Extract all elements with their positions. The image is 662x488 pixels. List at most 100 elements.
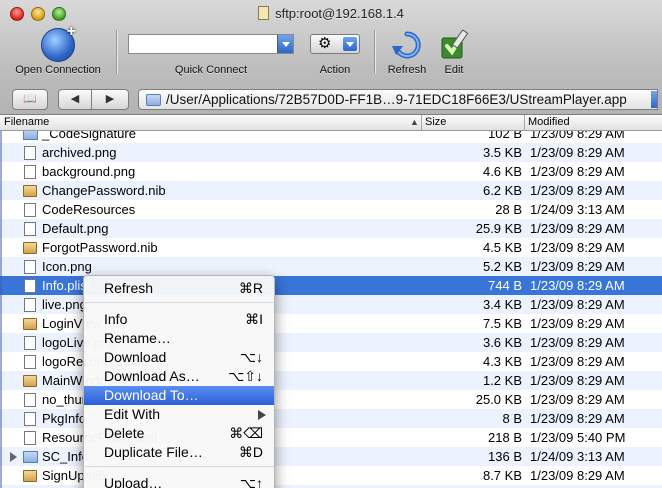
menu-item-duplicate-file[interactable]: Duplicate File… ⌘D: [84, 443, 274, 462]
menu-item-label: Edit With: [104, 406, 161, 422]
column-divider[interactable]: [524, 115, 525, 131]
column-divider[interactable]: [421, 115, 422, 131]
file-modified: 1/23/09 8:29 AM: [530, 183, 625, 198]
menu-item-edit-with[interactable]: Edit With: [84, 405, 274, 424]
sort-arrow-icon: ▲: [410, 117, 419, 127]
file-row[interactable]: background.png 4.6 KB 1/23/09 8:29 AM: [0, 162, 662, 181]
quick-connect-dropdown-button[interactable]: [277, 35, 293, 53]
column-modified[interactable]: Modified: [528, 116, 570, 128]
book-icon: 📖: [23, 93, 37, 105]
file-icon: [24, 336, 36, 350]
file-icon: [24, 355, 36, 369]
file-size: 136 B: [488, 449, 522, 464]
open-connection-button[interactable]: Open Connection: [14, 23, 102, 76]
document-icon: [258, 6, 270, 20]
file-icon: [24, 431, 36, 445]
menu-item-label: Upload…: [104, 475, 163, 488]
file-name: CodeResources: [42, 202, 136, 217]
forward-button[interactable]: ▶: [91, 89, 129, 110]
file-modified: 1/23/09 8:29 AM: [530, 131, 625, 141]
menu-item-download[interactable]: Download ⌥↓: [84, 348, 274, 367]
menu-item-label: Info: [104, 311, 128, 327]
menu-item-download-to[interactable]: Download To…: [84, 386, 274, 405]
menu-item-shortcut: ⌘I: [245, 311, 263, 327]
edit-icon: [437, 28, 471, 62]
quick-connect-label: Quick Connect: [174, 64, 248, 76]
action-label: Action: [319, 64, 351, 76]
file-modified: 1/23/09 8:29 AM: [530, 240, 625, 255]
menu-item-upload[interactable]: Upload… ⌥↑: [84, 474, 274, 488]
disclosure-triangle-icon[interactable]: [10, 452, 17, 462]
refresh-button[interactable]: Refresh: [384, 28, 430, 76]
menu-separator: [85, 302, 274, 303]
refresh-label: Refresh: [387, 64, 427, 76]
window-toolbar: sftp:root@192.168.1.4 Open Connection Qu…: [0, 0, 662, 115]
file-row[interactable]: ChangePassword.nib 6.2 KB 1/23/09 8:29 AM: [0, 181, 662, 200]
quick-connect-combobox[interactable]: [128, 34, 294, 54]
file-modified: 1/23/09 8:29 AM: [530, 297, 625, 312]
nib-file-icon: [23, 242, 37, 254]
file-row[interactable]: _CodeSignature 102 B 1/23/09 8:29 AM: [0, 131, 662, 143]
nib-file-icon: [23, 470, 37, 482]
menu-item-label: Download As…: [104, 368, 200, 384]
chevron-down-icon: [343, 37, 357, 51]
file-size: 102 B: [488, 131, 522, 141]
menu-item-shortcut: ⌥⇧↓: [228, 368, 263, 384]
file-modified: 1/24/09 3:13 AM: [530, 449, 625, 464]
file-icon: [24, 298, 36, 312]
file-modified: 1/23/09 8:29 AM: [530, 164, 625, 179]
path-popup[interactable]: /User/Applications/72B57D0D-FF1B…9-71EDC…: [138, 89, 658, 110]
menu-item-refresh[interactable]: Refresh ⌘R: [84, 279, 274, 298]
file-row[interactable]: ForgotPassword.nib 4.5 KB 1/23/09 8:29 AM: [0, 238, 662, 257]
folder-icon: [23, 451, 38, 463]
menu-item-label: Refresh: [104, 280, 154, 296]
file-size: 4.6 KB: [482, 164, 522, 179]
file-icon: [24, 279, 36, 293]
file-icon: [24, 260, 36, 274]
file-modified: 1/23/09 8:29 AM: [530, 145, 625, 160]
file-name: SC_Info: [42, 449, 89, 464]
menu-item-download-as[interactable]: Download As… ⌥⇧↓: [84, 367, 274, 386]
file-size: 5.2 KB: [482, 259, 522, 274]
file-size: 6.2 KB: [482, 183, 522, 198]
column-header: Filename ▲ Size Modified: [0, 115, 662, 131]
path-bar: 📖 ◀ ▶ /User/Applications/72B57D0D-FF1B…9…: [0, 86, 662, 114]
context-menu: Refresh ⌘R Info ⌘I Rename… Download ⌥↓ Download…: [83, 275, 275, 488]
file-modified: 1/23/09 8:29 AM: [530, 221, 625, 236]
file-row[interactable]: Icon.png 5.2 KB 1/23/09 8:29 AM: [0, 257, 662, 276]
column-size[interactable]: Size: [425, 116, 446, 128]
file-icon: [24, 203, 36, 217]
menu-item-info[interactable]: Info ⌘I: [84, 310, 274, 329]
file-row[interactable]: CodeResources 28 B 1/24/09 3:13 AM: [0, 200, 662, 219]
file-modified: 1/24/09 3:13 AM: [530, 202, 625, 217]
file-row[interactable]: archived.png 3.5 KB 1/23/09 8:29 AM: [0, 143, 662, 162]
file-modified: 1/23/09 8:29 AM: [530, 259, 625, 274]
bookmarks-button[interactable]: 📖: [12, 89, 48, 110]
file-modified: 1/23/09 5:40 PM: [530, 430, 626, 445]
column-filename[interactable]: Filename: [4, 116, 49, 128]
menu-item-shortcut: ⌥↑: [239, 475, 263, 488]
file-name: ChangePassword.nib: [42, 183, 166, 198]
back-button[interactable]: ◀: [58, 89, 92, 110]
menu-item-rename[interactable]: Rename…: [84, 329, 274, 348]
file-size: 8 B: [502, 411, 522, 426]
file-modified: 1/23/09 8:29 AM: [530, 392, 625, 407]
nib-file-icon: [23, 318, 37, 330]
edit-button[interactable]: Edit: [434, 28, 474, 76]
file-name: archived.png: [42, 145, 117, 160]
menu-item-delete[interactable]: Delete ⌘⌫: [84, 424, 274, 443]
file-modified: 1/23/09 8:29 AM: [530, 354, 625, 369]
file-size: 28 B: [495, 202, 522, 217]
path-dropdown-icon[interactable]: [651, 91, 657, 108]
file-size: 4.5 KB: [482, 240, 522, 255]
globe-icon: [41, 23, 76, 62]
action-menu-button[interactable]: ⚙: [310, 34, 360, 54]
file-modified: 1/23/09 8:29 AM: [530, 468, 625, 483]
menu-item-shortcut: ⌘R: [238, 280, 263, 296]
file-modified: 1/23/09 8:29 AM: [530, 411, 625, 426]
file-modified: 1/23/09 8:29 AM: [530, 278, 625, 293]
file-name: background.png: [42, 164, 136, 179]
file-row[interactable]: Default.png 25.9 KB 1/23/09 8:29 AM: [0, 219, 662, 238]
window-title: sftp:root@192.168.1.4: [0, 6, 662, 21]
file-name: PkgInfo: [42, 411, 87, 426]
